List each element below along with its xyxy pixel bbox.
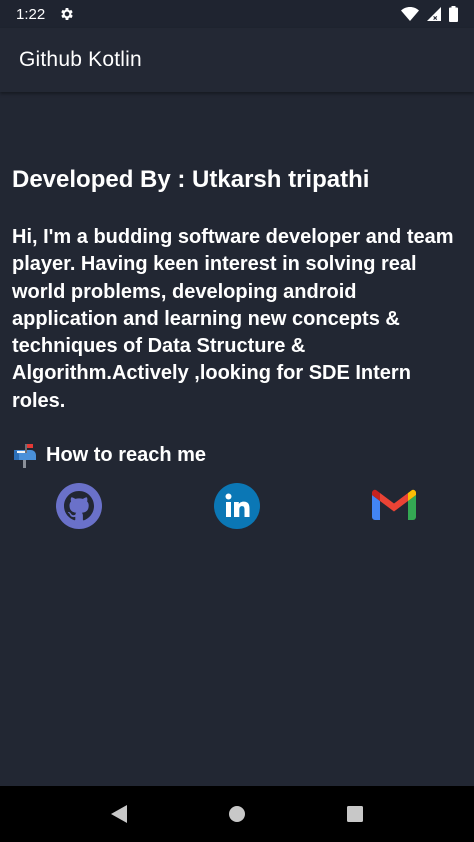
back-icon (111, 805, 127, 823)
reach-heading: How to reach me (12, 442, 206, 468)
linkedin-button[interactable] (213, 482, 261, 530)
wifi-icon (401, 7, 419, 21)
app-screen: 1:22 Github Kotlin Developed By : Utkars… (0, 0, 474, 842)
status-time: 1:22 (16, 5, 46, 23)
back-button[interactable] (99, 794, 139, 834)
recents-button[interactable] (335, 794, 375, 834)
app-bar: Github Kotlin (0, 28, 474, 92)
recents-icon (347, 806, 363, 822)
gmail-button[interactable] (370, 482, 418, 530)
status-bar: 1:22 (0, 0, 474, 28)
home-button[interactable] (217, 794, 257, 834)
home-icon (229, 806, 245, 822)
linkedin-icon (214, 483, 260, 529)
github-button[interactable] (55, 482, 103, 530)
app-title: Github Kotlin (19, 48, 142, 71)
reach-heading-label: How to reach me (46, 443, 207, 466)
battery-icon (449, 6, 458, 22)
bio-text: Hi, I'm a budding software developer and… (12, 226, 454, 412)
developer-title: Developed By : Utkarsh tripathi (12, 166, 370, 193)
social-links (12, 482, 462, 530)
settings-gear-icon (61, 8, 73, 20)
signal-icon (427, 7, 441, 21)
mailbox-icon (14, 444, 36, 468)
status-right (401, 6, 458, 22)
gmail-icon (372, 489, 416, 520)
status-left: 1:22 (16, 6, 75, 23)
nav-bar (0, 786, 474, 842)
github-icon (56, 483, 102, 529)
